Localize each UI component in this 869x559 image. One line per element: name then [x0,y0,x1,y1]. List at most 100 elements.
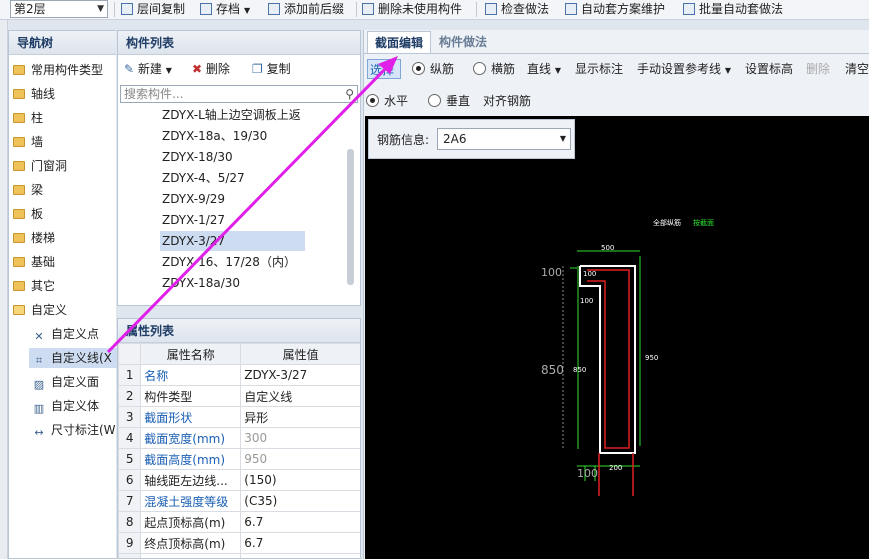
nav-item-label: 常用构件类型 [31,63,104,77]
attr-value[interactable]: 异形 [240,406,360,428]
copy-component-button[interactable]: ❐ 复制 [252,60,291,78]
cad-canvas[interactable]: 钢筋信息: 2A6 ▼ 全部纵筋 按截面 500 100 100 100 850… [365,116,869,559]
attr-name: 轴线距左边线... [140,469,242,491]
nav-subitem-label: 尺寸标注(W [51,423,116,437]
nav-item-beam[interactable]: 梁 [13,180,43,200]
dim-label: 500 [601,244,614,252]
nav-item-other[interactable]: 其它 [13,276,55,296]
show-dims-button[interactable]: 显示标注 [575,59,623,79]
component-item[interactable]: ZDYX-1/27 [162,210,225,230]
floor-select[interactable]: 第2层 ▼ [10,0,108,18]
set-elevation-button[interactable]: 设置标高 [745,59,793,79]
component-item[interactable]: ZDYX-9/29 [162,189,225,209]
align-rebar-button[interactable]: 对齐钢筋 [483,91,531,111]
radio-off-icon [428,94,441,107]
component-item[interactable]: ZDYX-18a、19/30 [162,126,267,146]
attribute-row[interactable]: 8 起点顶标高(m) 6.7 [118,511,360,533]
delete-unused-button[interactable]: 删除未使用构件 [362,0,462,18]
nav-item-label: 门窗洞 [31,159,68,173]
copy-icon: ❐ [252,62,263,76]
attr-value[interactable]: 自定义线 [240,385,360,407]
nav-item-wall[interactable]: 墙 [13,132,43,152]
delete-component-button[interactable]: ✖ 删除 [192,60,230,78]
attribute-row[interactable]: 6 轴线距左边线... (150) [118,469,360,491]
batch-auto-button[interactable]: 批量自动套做法 [683,0,783,18]
nav-item-column[interactable]: 柱 [13,108,43,128]
nav-subitem-custom-point[interactable]: ✕ 自定义点 [33,324,99,344]
radio-label: 横筋 [491,62,516,76]
folder-icon [13,113,25,123]
attribute-row[interactable]: 1 名称 ZDYX-3/27 [118,364,360,386]
toolbar-divider [114,2,115,17]
check-method-button[interactable]: 检查做法 [485,0,549,18]
nav-item-stairs[interactable]: 楼梯 [13,228,55,248]
folder-open-icon [13,305,25,315]
attr-value[interactable]: 950 [240,448,360,470]
nav-item-door-window[interactable]: 门窗洞 [13,156,67,176]
nav-subitem-custom-line[interactable]: ⌗ 自定义线(X [29,348,117,368]
radio-longitudinal[interactable]: 纵筋 [412,59,454,79]
component-item[interactable]: ZDYX-L轴上边空调板上返 [162,105,301,125]
save-button[interactable]: 存档 ▼ [200,0,250,18]
nav-subitem-custom-face[interactable]: ▨ 自定义面 [33,372,99,392]
attr-value[interactable]: 6.7 [240,511,360,533]
search-icon: ⚲ [345,87,354,101]
auto-scheme-button[interactable]: 自动套方案维护 [565,0,665,18]
component-search-input[interactable]: 搜索构件... ⚲ [120,85,358,103]
attr-value[interactable]: 300 [240,427,360,449]
delete-unused-icon [362,3,374,15]
attr-value[interactable] [240,553,360,558]
component-item-selected[interactable]: ZDYX-3/27 [160,231,305,251]
component-item[interactable]: ZDYX-16、17/28（内） [162,252,296,272]
clear-button[interactable]: 清空 [845,59,869,79]
delete-rebar-button[interactable]: 删除 [806,59,830,79]
dim-label: 200 [609,464,622,472]
component-item[interactable]: ZDYX-4、5/27 [162,168,245,188]
attr-value[interactable]: (150) [240,469,360,491]
chevron-down-icon: ▼ [97,4,104,14]
radio-vertical[interactable]: 垂直 [428,91,470,111]
component-item[interactable]: ZDYX-18a/30 [162,273,240,293]
nav-item-axis[interactable]: 轴线 [13,84,55,104]
radio-horizontal[interactable]: 水平 [366,91,408,111]
attr-value[interactable]: (C35) [240,490,360,512]
attribute-row[interactable]: 2 构件类型 自定义线 [118,385,360,407]
attribute-row[interactable]: 9 终点顶标高(m) 6.7 [118,532,360,554]
check-icon [485,3,497,15]
attribute-row[interactable]: 4 截面宽度(mm) 300 [118,427,360,449]
attribute-row[interactable]: 7 混凝土强度等级 (C35) [118,490,360,512]
folder-icon [13,185,25,195]
attribute-row[interactable]: 5 截面高度(mm) 950 [118,448,360,470]
component-item[interactable]: ZDYX-18/30 [162,147,233,167]
nav-item-foundation[interactable]: 基础 [13,252,55,272]
attribute-row[interactable]: 3 截面形状 异形 [118,406,360,428]
attr-value[interactable]: 6.7 [240,532,360,554]
nav-item-common[interactable]: 常用构件类型 [13,60,103,80]
radio-stirrup[interactable]: 横筋 [473,59,515,79]
delete-unused-label: 删除未使用构件 [378,2,463,16]
tab-component-method[interactable]: 构件做法 [432,31,494,53]
nav-subitem-label: 自定义点 [51,327,100,341]
line-mode-dropdown[interactable]: 直线 ▼ [527,59,561,79]
add-prefix-button[interactable]: 添加前后缀 [268,0,344,18]
new-component-button[interactable]: ✎ 新建 ▼ [124,60,172,80]
ref-line-dropdown[interactable]: 手动设置参考线 ▼ [637,59,731,79]
tab-section-edit[interactable]: 截面编辑 [367,31,432,53]
radio-label: 垂直 [446,94,471,108]
nav-item-slab[interactable]: 板 [13,204,43,224]
nav-item-custom[interactable]: 自定义 [13,300,67,320]
auto-scheme-icon [565,3,577,15]
attribute-row[interactable]: 10备注 [118,553,360,558]
left-edge-strip [0,20,8,559]
delete-label: 删除 [205,62,230,76]
nav-item-label: 轴线 [31,87,56,101]
component-list-scrollbar[interactable] [347,149,354,285]
save-label: 存档 [216,2,241,16]
attr-name: 截面宽度(mm) [140,427,242,449]
attr-value[interactable]: ZDYX-3/27 [240,364,360,386]
copy-floor-button[interactable]: 层间复制 [121,0,185,18]
select-button[interactable]: 选择 [367,59,401,79]
nav-subitem-custom-body[interactable]: ▥ 自定义体 [33,396,99,416]
nav-subitem-dimension[interactable]: ↔ 尺寸标注(W [33,420,116,440]
attr-num: 9 [118,532,142,554]
